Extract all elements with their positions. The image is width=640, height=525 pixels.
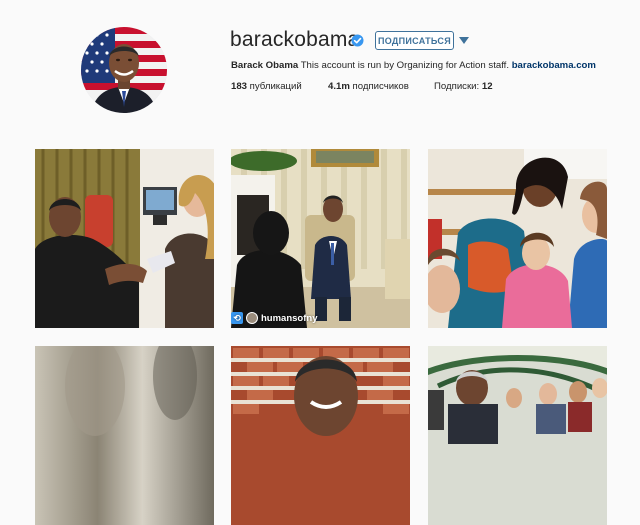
post-thumbnail[interactable]: ⟲ humansofny xyxy=(231,149,410,328)
follow-button[interactable]: ПОДПИСАТЬСЯ xyxy=(375,31,454,50)
post-thumbnail[interactable] xyxy=(231,346,410,525)
repost-icon: ⟲ xyxy=(231,312,243,324)
tagged-user-avatar xyxy=(246,312,258,324)
stat-followers[interactable]: 4.1m подписчиков xyxy=(328,81,409,93)
caret-down-icon[interactable] xyxy=(459,37,469,44)
stat-posts: 183 публикаций xyxy=(231,81,302,92)
tagged-username: humansofny xyxy=(261,312,318,324)
bio-name: Barack Obama xyxy=(231,60,299,71)
post-thumbnail[interactable] xyxy=(428,149,607,328)
profile-avatar[interactable] xyxy=(81,27,167,113)
post-user-tag[interactable]: ⟲ humansofny xyxy=(231,308,317,328)
profile-bio: Barack Obama This account is run by Orga… xyxy=(231,60,596,72)
post-thumbnail[interactable] xyxy=(35,149,214,328)
bio-text: This account is run by Organizing for Ac… xyxy=(298,60,512,71)
bio-website-link[interactable]: barackobama.com xyxy=(512,60,596,71)
stat-following[interactable]: Подписки: 12 xyxy=(434,81,493,93)
verified-badge-icon xyxy=(351,34,364,47)
profile-username: barackobama xyxy=(230,28,360,51)
post-thumbnail[interactable] xyxy=(35,346,214,525)
post-thumbnail[interactable] xyxy=(428,346,607,525)
